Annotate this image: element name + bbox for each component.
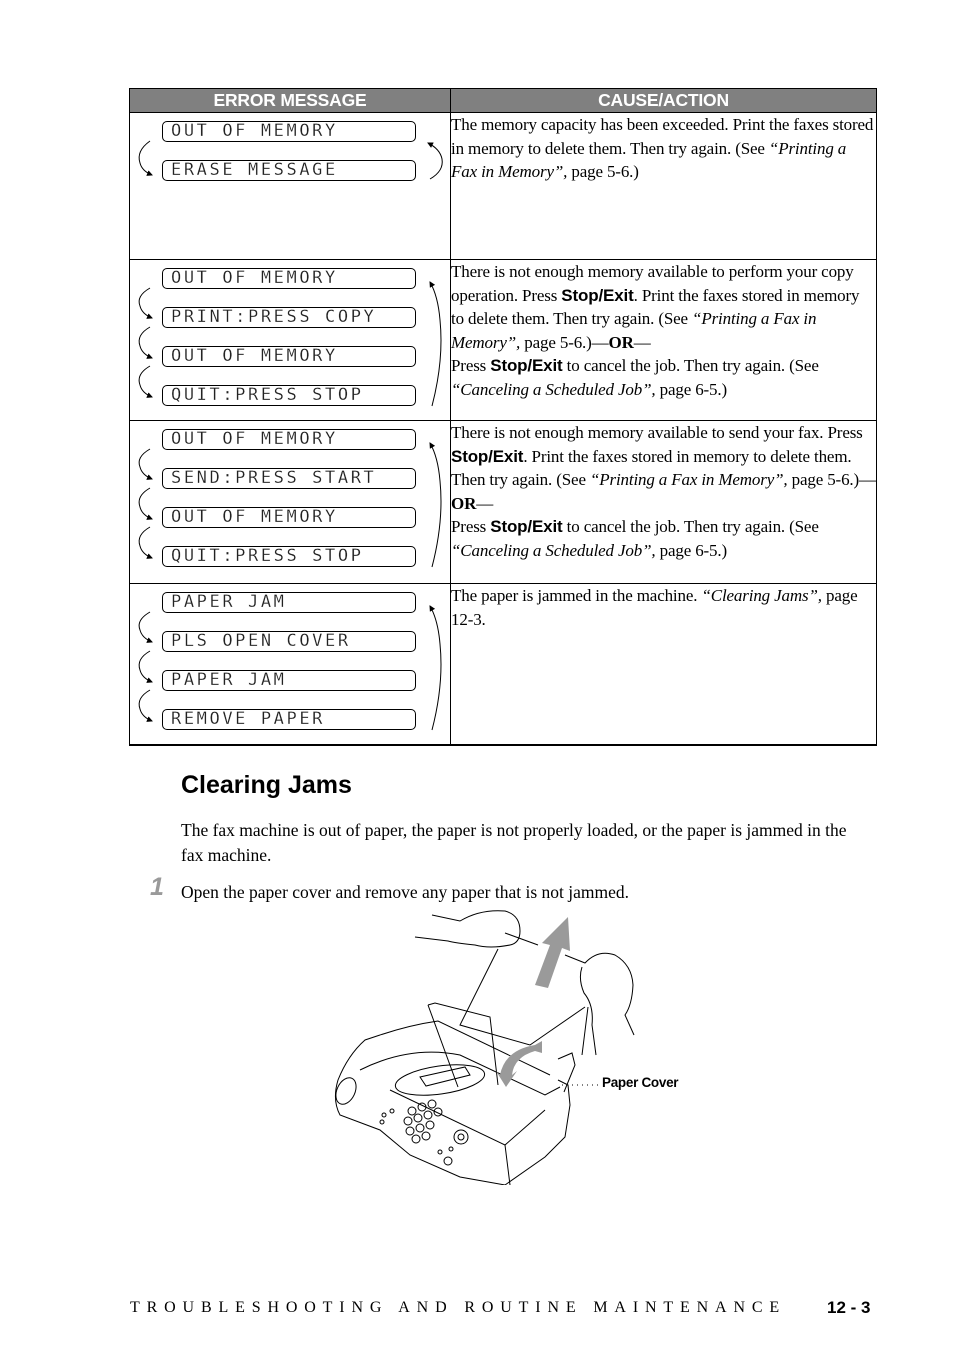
cause-text: to cancel the job. Then try again. (See [562,356,819,375]
lcd-display: PRINT:PRESS COPY [162,307,416,328]
lcd-display: PLS OPEN COVER [162,631,416,652]
key-name: Stop/Exit [490,517,563,536]
key-name: Stop/Exit [490,356,563,375]
key-name: Stop/Exit [561,285,634,305]
cause-text: page 6-5.) [655,540,728,560]
lcd-message-sequence: OUT OF MEMORY SEND:PRESS START OUT OF ME… [162,421,450,567]
pull-up-arrow-icon [535,917,570,988]
right-hand-icon [564,952,635,1036]
rotate-arrow-icon [496,1041,542,1087]
table-row: OUT OF MEMORY ERASE MESSAGE The memory c… [129,112,877,260]
lcd-display: PAPER JAM [162,670,416,691]
cause-text: There is not enough memory available to … [451,423,863,442]
lcd-message-sequence: OUT OF MEMORY ERASE MESSAGE [162,113,450,181]
paper-cover-callout: Paper Cover [602,1075,679,1090]
key-name: Stop/Exit [451,446,524,466]
table-row: OUT OF MEMORY SEND:PRESS START OUT OF ME… [129,420,877,584]
header-error-message: ERROR MESSAGE [129,88,451,113]
lcd-display: SEND:PRESS START [162,468,416,489]
section-title: Clearing Jams [181,771,352,799]
error-message-table: ERROR MESSAGE CAUSE/ACTION OUT OF MEMORY… [129,88,877,746]
cross-reference: “Printing a Fax in Memory”, [589,470,788,489]
cause-text: page 5-6.) [567,162,639,181]
error-message-cell: OUT OF MEMORY PRINT:PRESS COPY OUT OF ME… [129,259,451,421]
cause-text: — [476,493,494,513]
table-header-row: ERROR MESSAGE CAUSE/ACTION [129,88,877,113]
cause-action-cell: There is not enough memory available to … [450,259,877,421]
cause-text: page 5-6.)— [787,470,876,489]
lcd-display: ERASE MESSAGE [162,160,416,181]
step-number: 1 [150,873,164,901]
cause-action-cell: There is not enough memory available to … [450,420,877,584]
cause-text: Press [451,356,491,375]
lcd-display: REMOVE PAPER [162,709,416,730]
section-intro: The fax machine is out of paper, the pap… [181,820,847,865]
cause-text: The paper is jammed in the machine. [451,586,702,605]
fax-machine-illustration [334,910,635,1185]
cause-text: to cancel the job. Then try again. (See [562,517,819,536]
cause-text: Press [451,517,491,536]
table-row: OUT OF MEMORY PRINT:PRESS COPY OUT OF ME… [129,259,877,421]
cause-text: page 6-5.) [655,379,728,399]
cause-action-cell: The paper is jammed in the machine. “Cle… [450,583,877,746]
table-row: PAPER JAM PLS OPEN COVER PAPER JAM REMOV… [129,583,877,746]
cross-reference: “Canceling a Scheduled Job”, [451,379,656,399]
lcd-message-sequence: OUT OF MEMORY PRINT:PRESS COPY OUT OF ME… [162,260,450,406]
or-separator: OR [451,493,477,513]
cross-reference: “Canceling a Scheduled Job”, [451,540,656,560]
cause-action-cell: The memory capacity has been exceeded. P… [450,112,877,260]
error-message-cell: PAPER JAM PLS OPEN COVER PAPER JAM REMOV… [129,583,451,746]
footer-chapter-title: TROUBLESHOOTING AND ROUTINE MAINTENANCE [130,1299,787,1316]
cross-reference: “Clearing Jams”, [701,586,822,605]
lcd-display: OUT OF MEMORY [162,268,416,289]
lcd-display: OUT OF MEMORY [162,429,416,450]
page-number: 12 - 3 [827,1298,871,1317]
error-message-cell: OUT OF MEMORY ERASE MESSAGE [129,112,451,260]
lcd-display: QUIT:PRESS STOP [162,385,416,406]
lcd-display: PAPER JAM [162,592,416,613]
left-hand-icon [414,910,521,948]
cause-text: page 5-6.)— [520,332,609,352]
or-separator: OR [608,332,634,352]
cause-text: — [633,332,651,352]
lcd-display: OUT OF MEMORY [162,346,416,367]
error-message-cell: OUT OF MEMORY SEND:PRESS START OUT OF ME… [129,420,451,584]
lcd-display: OUT OF MEMORY [162,121,416,142]
header-cause-action: CAUSE/ACTION [450,88,877,113]
lcd-display: OUT OF MEMORY [162,507,416,528]
step-text: Open the paper cover and remove any pape… [181,882,630,902]
lcd-message-sequence: PAPER JAM PLS OPEN COVER PAPER JAM REMOV… [162,584,450,730]
lcd-display: QUIT:PRESS STOP [162,546,416,567]
